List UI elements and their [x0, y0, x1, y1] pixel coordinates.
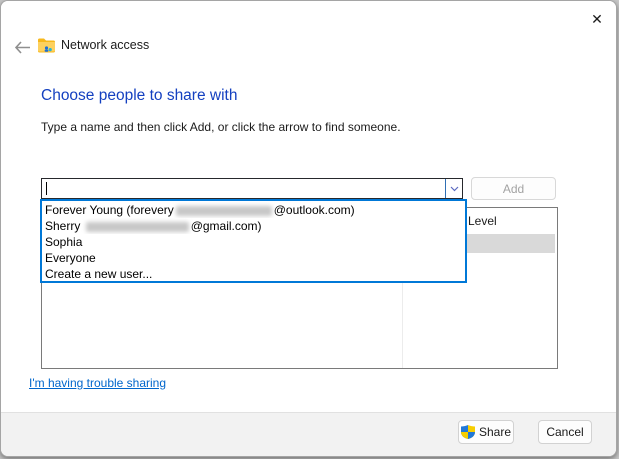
shared-folder-icon [38, 38, 55, 53]
cancel-button[interactable]: Cancel [538, 420, 592, 444]
share-button-label: Share [478, 425, 512, 439]
people-dropdown-list: Forever Young (forevery @outlook.com) Sher… [40, 199, 467, 283]
redacted-text [85, 221, 189, 232]
footer-bar: Share Cancel [1, 412, 616, 456]
trouble-sharing-link[interactable]: I'm having trouble sharing [29, 376, 166, 390]
back-button[interactable] [11, 37, 33, 57]
dropdown-item[interactable]: Everyone [42, 250, 465, 266]
close-icon[interactable]: ✕ [584, 7, 610, 31]
back-arrow-icon [14, 40, 30, 54]
network-access-dialog: ✕ Network access Choose people to share … [0, 0, 617, 457]
dropdown-item[interactable]: Sherry @gmail.com) [42, 218, 465, 234]
dropdown-item[interactable]: Forever Young (forevery @outlook.com) [42, 202, 465, 218]
dropdown-item[interactable]: Create a new user... [42, 266, 465, 282]
uac-shield-icon [460, 425, 475, 439]
title-bar: ✕ [1, 1, 616, 33]
text-caret [46, 182, 47, 195]
permission-level-column-header[interactable]: Level [468, 214, 497, 228]
chevron-down-icon [450, 186, 458, 191]
dropdown-item[interactable]: Sophia [42, 234, 465, 250]
nav-row: Network access [1, 35, 616, 59]
page-title: Network access [61, 38, 150, 52]
main-instruction: Choose people to share with [41, 87, 238, 104]
add-button[interactable]: Add [471, 177, 556, 200]
instruction-text: Type a name and then click Add, or click… [41, 120, 401, 134]
share-button[interactable]: Share [458, 420, 514, 444]
redacted-text [175, 205, 272, 216]
people-combobox-input[interactable] [41, 178, 463, 199]
combobox-dropdown-button[interactable] [445, 179, 462, 198]
